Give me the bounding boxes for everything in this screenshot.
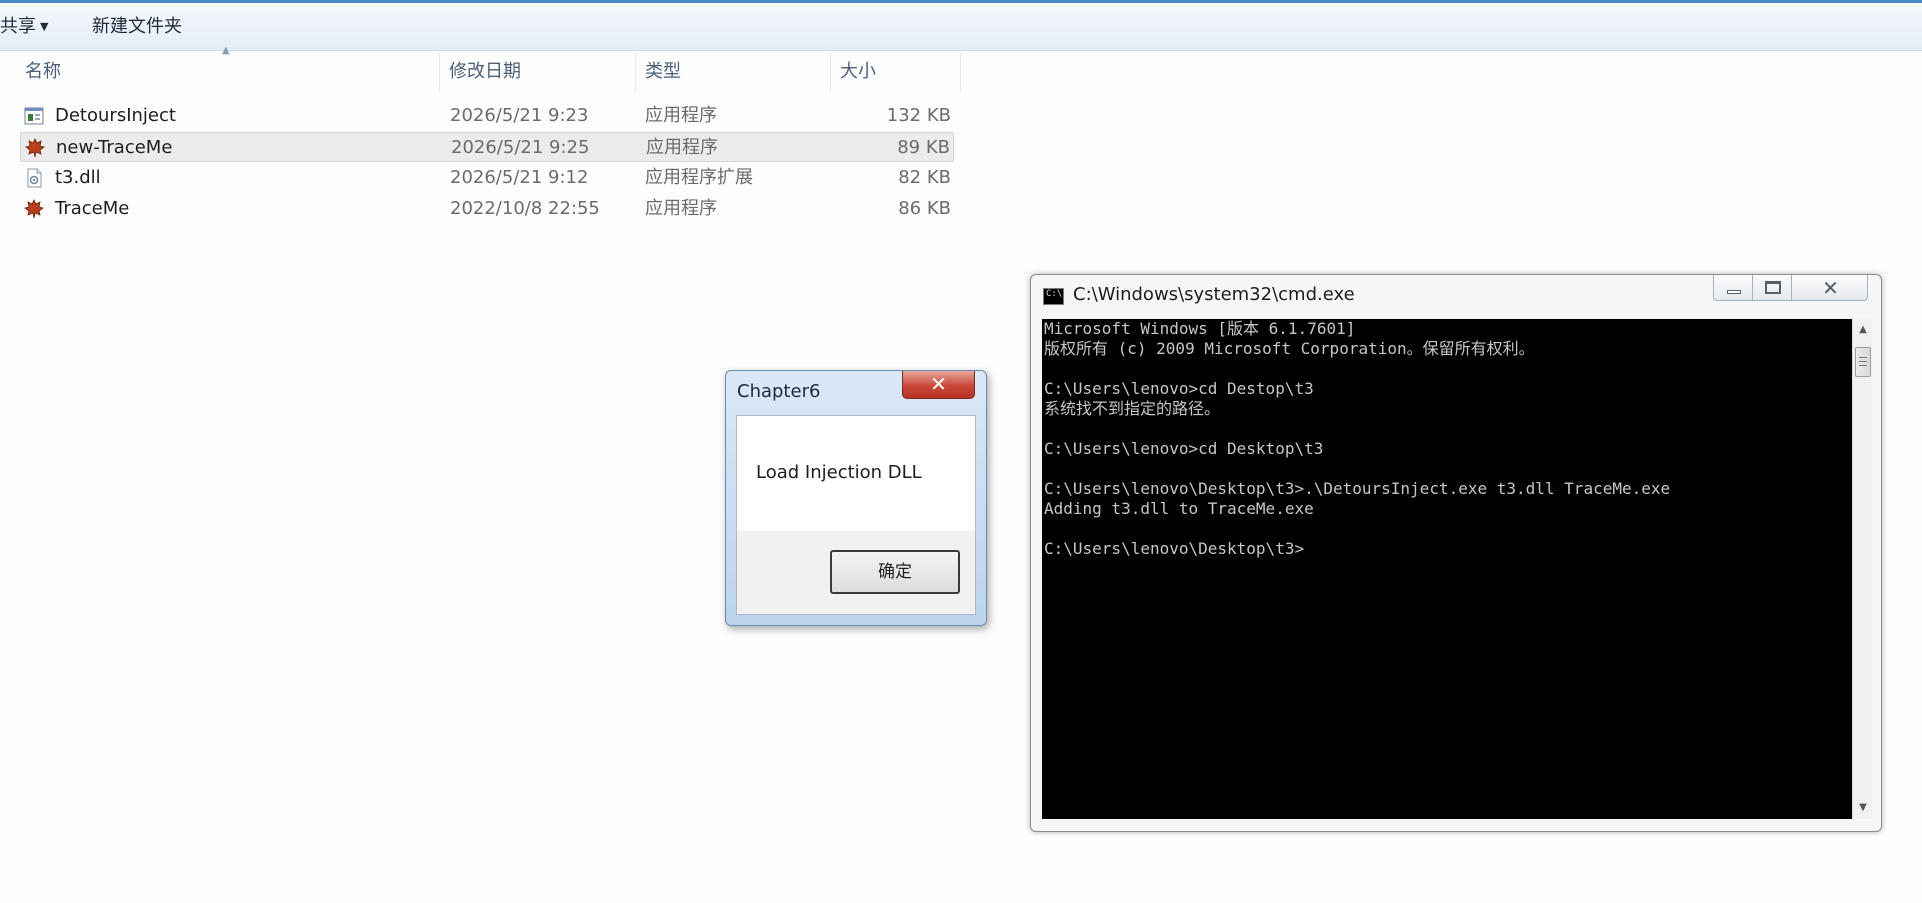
msgbox-message-area: Load Injection DLL (737, 416, 975, 531)
file-row-detoursinject[interactable]: DetoursInject 2026/5/21 9:23 应用程序 132 KB (20, 101, 954, 131)
file-size: 132 KB (886, 105, 951, 126)
msgbox-title: Chapter6 (737, 381, 821, 402)
console-line: Microsoft Windows [版本 6.1.7601] (1044, 319, 1356, 338)
new-folder-button[interactable]: 新建文件夹 (92, 3, 182, 51)
console-line: 系统找不到指定的路径。 (1044, 399, 1221, 418)
file-name: t3.dll (55, 167, 101, 188)
column-header-date-label: 修改日期 (449, 61, 521, 82)
console-output[interactable]: Microsoft Windows [版本 6.1.7601] 版权所有 (c)… (1042, 319, 1852, 819)
window-controls: ✕ (1713, 275, 1868, 303)
dll-gear-icon (27, 168, 42, 188)
share-menu-button[interactable]: 共享 ▼ (0, 3, 48, 51)
column-header-size[interactable]: 大小 (831, 52, 961, 92)
file-name: TraceMe (55, 198, 130, 219)
scrollbar-thumb[interactable] (1855, 347, 1871, 377)
msgbox-close-button[interactable]: ✕ (902, 371, 975, 399)
chevron-down-icon: ▼ (40, 20, 49, 33)
share-label: 共享 (0, 16, 36, 37)
maximize-icon (1765, 281, 1781, 294)
file-row-new-traceme[interactable]: new-TraceMe 2026/5/21 9:25 应用程序 89 KB (20, 132, 954, 162)
console-prompt-line: C:\Users\lenovo\Desktop\t3> (1044, 539, 1305, 558)
column-header-type[interactable]: 类型 (636, 52, 831, 92)
file-type: 应用程序扩展 (645, 167, 753, 188)
close-button[interactable]: ✕ (1791, 275, 1868, 301)
vertical-scrollbar[interactable]: ▲ ▼ (1852, 319, 1872, 819)
column-divider[interactable] (960, 52, 961, 92)
maple-leaf-icon (25, 138, 45, 158)
file-size: 82 KB (898, 167, 951, 188)
console-line: C:\Users\lenovo>cd Destop\t3 (1044, 379, 1314, 398)
file-date: 2026/5/21 9:23 (450, 105, 589, 126)
file-type: 应用程序 (645, 198, 717, 219)
file-date: 2026/5/21 9:12 (450, 167, 589, 188)
file-date: 2022/10/8 22:55 (450, 198, 600, 219)
column-header-size-label: 大小 (840, 61, 876, 82)
file-type: 应用程序 (645, 105, 717, 126)
cmd-window-title: C:\Windows\system32\cmd.exe (1073, 284, 1355, 305)
maple-leaf-icon (24, 199, 44, 219)
sort-ascending-icon: ▲ (222, 45, 230, 56)
minimize-icon (1727, 290, 1741, 294)
msgbox-message: Load Injection DLL (756, 462, 922, 483)
console-line: Adding t3.dll to TraceMe.exe (1044, 499, 1314, 518)
column-header-date[interactable]: 修改日期 (440, 52, 636, 92)
file-row-t3-dll[interactable]: t3.dll 2026/5/21 9:12 应用程序扩展 82 KB (20, 163, 954, 193)
scroll-up-arrow-icon[interactable]: ▲ (1853, 323, 1873, 337)
minimize-button[interactable] (1713, 275, 1753, 301)
scroll-down-arrow-icon[interactable]: ▼ (1853, 801, 1873, 815)
column-header-type-label: 类型 (645, 61, 681, 82)
file-name: DetoursInject (55, 105, 176, 126)
chapter6-message-box: Chapter6 ✕ Load Injection DLL 确定 (725, 370, 987, 626)
file-size: 86 KB (898, 198, 951, 219)
console-line: 版权所有 (c) 2009 Microsoft Corporation。保留所有… (1044, 339, 1535, 358)
column-header-name-label: 名称 (25, 61, 61, 82)
console-icon: C:\ (1043, 288, 1064, 305)
close-icon: ✕ (930, 372, 947, 396)
file-row-traceme[interactable]: TraceMe 2022/10/8 22:55 应用程序 86 KB (20, 194, 954, 224)
ok-button[interactable]: 确定 (830, 550, 960, 594)
file-size: 89 KB (897, 137, 950, 158)
console-line: C:\Users\lenovo>cd Desktop\t3 (1044, 439, 1324, 458)
column-header-name[interactable]: 名称 (16, 52, 440, 92)
column-headers: 名称 修改日期 类型 大小 (0, 52, 961, 92)
exe-window-icon (24, 107, 44, 125)
file-date: 2026/5/21 9:25 (451, 137, 590, 158)
close-icon: ✕ (1822, 276, 1839, 300)
cmd-window: C:\ C:\Windows\system32\cmd.exe ✕ Micros… (1030, 274, 1882, 832)
maximize-button[interactable] (1752, 275, 1792, 301)
explorer-toolbar: 共享 ▼ 新建文件夹 (0, 3, 1922, 51)
file-type: 应用程序 (646, 137, 718, 158)
console-line: C:\Users\lenovo\Desktop\t3>.\DetoursInje… (1044, 479, 1671, 498)
file-name: new-TraceMe (56, 137, 173, 158)
msgbox-client-area: Load Injection DLL 确定 (736, 415, 976, 615)
